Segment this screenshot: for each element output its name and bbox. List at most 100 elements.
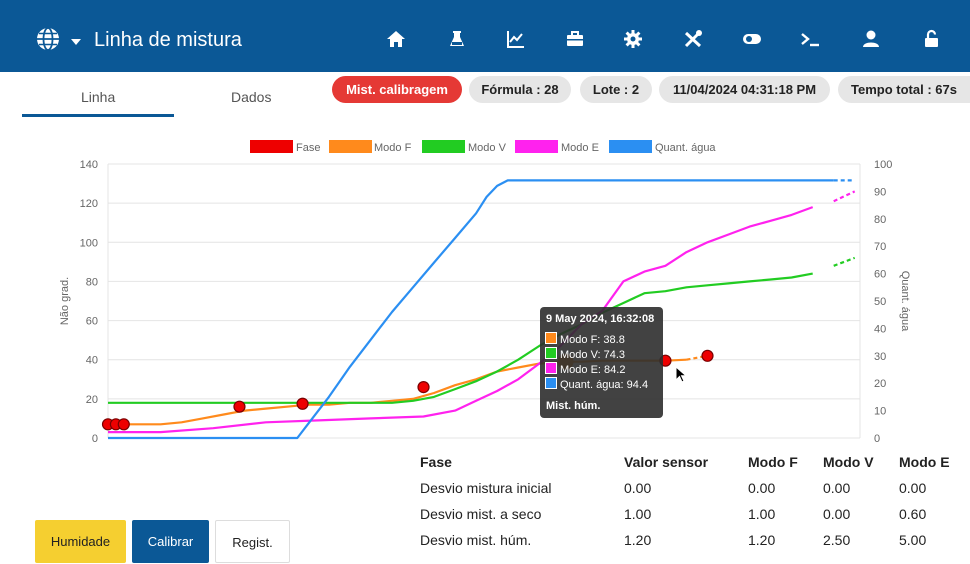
column-header: Fase xyxy=(420,454,452,470)
phase-table: Fase Valor sensor Modo F Modo V Modo E D… xyxy=(420,449,959,553)
legend-label: Modo E xyxy=(561,142,599,154)
y-tick-label: 0 xyxy=(92,433,98,445)
home-icon[interactable] xyxy=(385,28,407,50)
y2-tick-label: 80 xyxy=(874,214,886,226)
lote-badge: Lote : 2 xyxy=(580,76,652,103)
tooltip-swatch xyxy=(545,332,557,344)
table-cell: 5.00 xyxy=(899,532,927,548)
legend-label: Modo V xyxy=(468,142,507,154)
toolbox-icon[interactable] xyxy=(564,28,586,50)
tooltip-swatch xyxy=(545,347,557,359)
y-axis-label: Não grad. xyxy=(59,277,71,325)
table-cell: 0.00 xyxy=(823,480,851,496)
mixing-chart[interactable]: 0 20 40 60 80 100 120 140 0 10 20 30 40 50 60 70 80 90 100… xyxy=(0,130,970,450)
tab-dados[interactable]: Dados xyxy=(231,89,271,105)
y2-tick-label: 20 xyxy=(874,378,886,390)
y2-tick-label: 30 xyxy=(874,351,886,363)
phase-marker xyxy=(701,349,714,362)
y2-tick-label: 70 xyxy=(874,241,886,253)
y2-tick-label: 100 xyxy=(874,159,892,171)
tooltip-item-label: Modo V: 74.3 xyxy=(560,349,626,361)
table-cell: 2.50 xyxy=(823,532,851,548)
legend-swatch xyxy=(609,140,652,153)
phase-marker xyxy=(296,397,309,410)
table-cell: 0.00 xyxy=(748,480,776,496)
legend-label: Quant. água xyxy=(655,142,716,154)
tooltip-swatch xyxy=(545,377,557,389)
series-line-projection xyxy=(833,256,856,267)
register-button[interactable]: Regist. xyxy=(215,520,290,563)
mouse-cursor-icon xyxy=(675,366,688,383)
y2-tick-label: 40 xyxy=(874,323,886,335)
table-cell: 1.20 xyxy=(748,532,776,548)
y-tick-label: 40 xyxy=(86,355,98,367)
series-line-projection xyxy=(833,190,856,203)
legend-swatch xyxy=(329,140,372,153)
column-header: Modo V xyxy=(823,454,874,470)
tooltip-footer: Mist. húm. xyxy=(546,400,601,412)
tooltip-item: Quant. água: 94.4 xyxy=(545,377,649,391)
tooltip-item-label: Modo E: 84.2 xyxy=(560,364,626,376)
y2-tick-label: 10 xyxy=(874,406,886,418)
chart-icon[interactable] xyxy=(505,28,527,50)
phase-marker xyxy=(417,381,430,394)
legend-swatch xyxy=(422,140,465,153)
lock-icon[interactable] xyxy=(920,28,942,50)
user-icon[interactable] xyxy=(860,28,882,50)
mode-badge: Mist. calibragem xyxy=(332,76,462,103)
tooltip-item: Modo F: 38.8 xyxy=(545,332,625,346)
series-line xyxy=(108,179,834,440)
table-cell: 1.00 xyxy=(624,506,652,522)
legend-label: Modo F xyxy=(374,142,412,154)
tooltip-item: Modo V: 74.3 xyxy=(545,347,626,361)
table-cell: 0.00 xyxy=(823,506,851,522)
series-line xyxy=(108,206,814,434)
table-cell: 0.00 xyxy=(899,480,927,496)
tooltip-swatch xyxy=(545,362,557,374)
tools-icon[interactable] xyxy=(682,28,704,50)
chevron-down-icon[interactable] xyxy=(71,39,81,45)
top-bar: Linha de mistura xyxy=(0,0,970,72)
y-tick-label: 80 xyxy=(86,276,98,288)
chart-tooltip: 9 May 2024, 16:32:08 Modo F: 38.8 Modo V… xyxy=(540,307,663,418)
settings-icon[interactable] xyxy=(622,28,644,50)
table-header-row: Fase Valor sensor Modo F Modo V Modo E xyxy=(420,449,959,475)
tooltip-title: 9 May 2024, 16:32:08 xyxy=(546,313,655,325)
y-tick-label: 140 xyxy=(80,159,98,171)
y-tick-label: 20 xyxy=(86,394,98,406)
y-tick-label: 120 xyxy=(80,198,98,210)
calibrate-button[interactable]: Calibrar xyxy=(132,520,209,563)
humidity-button[interactable]: Humidade xyxy=(35,520,126,563)
y2-tick-label: 0 xyxy=(874,433,880,445)
flask-icon[interactable] xyxy=(446,28,468,50)
table-row: Desvio mistura inicial 0.00 0.00 0.00 0.… xyxy=(420,475,959,501)
phase-marker xyxy=(233,400,246,413)
y2-tick-label: 50 xyxy=(874,296,886,308)
y-tick-label: 60 xyxy=(86,316,98,328)
app-title: Linha de mistura xyxy=(94,29,242,51)
legend-swatch xyxy=(515,140,558,153)
tooltip-item-label: Quant. água: 94.4 xyxy=(560,379,649,391)
toggle-icon[interactable] xyxy=(741,28,763,50)
total-time-badge: Tempo total : 67s xyxy=(838,76,970,103)
formula-badge: Fórmula : 28 xyxy=(469,76,571,103)
y2-tick-label: 60 xyxy=(874,269,886,281)
datetime-badge: 11/04/2024 04:31:18 PM xyxy=(659,76,830,103)
terminal-icon[interactable] xyxy=(799,28,821,50)
column-header: Valor sensor xyxy=(624,454,709,470)
y2-tick-label: 90 xyxy=(874,186,886,198)
active-tab-indicator xyxy=(22,114,174,117)
y2-axis-label: Quant. água xyxy=(899,271,911,332)
y-tick-label: 100 xyxy=(80,237,98,249)
tab-linha[interactable]: Linha xyxy=(81,89,115,105)
phase-marker xyxy=(117,418,130,431)
table-cell: 0.60 xyxy=(899,506,927,522)
table-cell: Desvio mistura inicial xyxy=(420,480,552,496)
tooltip-item: Modo E: 84.2 xyxy=(545,362,626,376)
globe-icon[interactable] xyxy=(36,27,60,51)
table-cell: 1.20 xyxy=(624,532,652,548)
legend-label: Fase xyxy=(296,142,320,154)
table-row: Desvio mist. húm. 1.20 1.20 2.50 5.00 xyxy=(420,527,959,553)
table-cell: 1.00 xyxy=(748,506,776,522)
table-cell: 0.00 xyxy=(624,480,652,496)
